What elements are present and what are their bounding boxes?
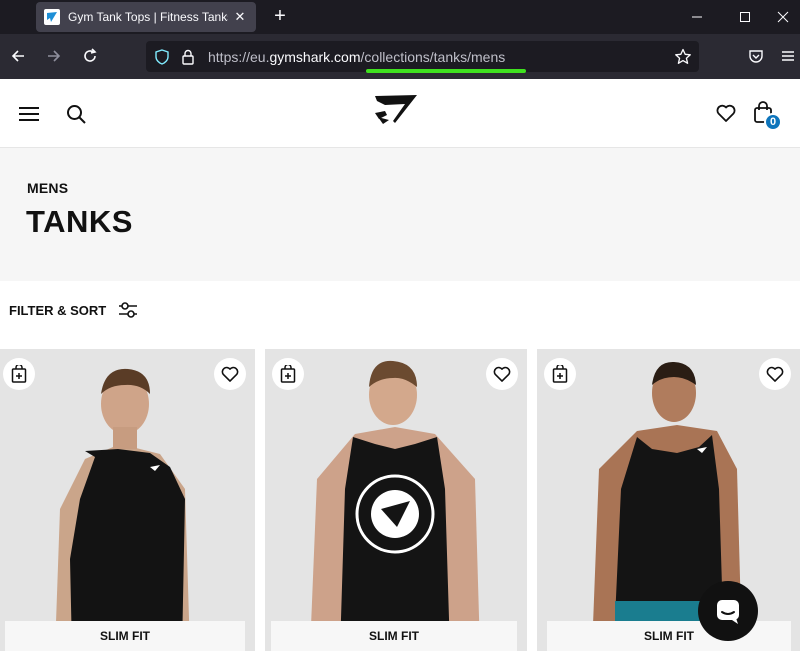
gymshark-logo-icon[interactable] <box>370 92 420 128</box>
back-arrow-icon[interactable] <box>6 44 30 68</box>
url-highlight-underline <box>366 69 526 73</box>
filter-sort-button[interactable]: FILTER & SORT <box>9 299 138 321</box>
wishlist-heart-icon[interactable] <box>714 101 738 125</box>
menu-icon[interactable] <box>776 44 800 68</box>
product-card[interactable]: SLIM FIT <box>0 349 255 651</box>
search-icon[interactable] <box>64 102 88 126</box>
new-tab-button[interactable]: + <box>270 6 290 26</box>
minimize-icon[interactable] <box>674 0 720 34</box>
product-card[interactable]: SLIM FIT <box>537 349 800 651</box>
wishlist-heart-icon[interactable] <box>214 358 246 390</box>
gymshark-favicon-icon <box>44 9 60 25</box>
wishlist-heart-icon[interactable] <box>486 358 518 390</box>
bookmark-star-icon[interactable] <box>674 48 692 66</box>
wishlist-heart-icon[interactable] <box>759 358 791 390</box>
close-window-icon[interactable] <box>766 0 800 34</box>
chat-launcher-button[interactable] <box>698 581 758 641</box>
browser-tab[interactable]: Gym Tank Tops | Fitness Tanks | G ✕ <box>36 2 256 32</box>
url-prefix: https://eu. <box>208 49 270 65</box>
product-image <box>265 349 527 651</box>
cart-count-badge: 0 <box>764 113 782 131</box>
url-path: /collections/tanks/mens <box>360 49 506 65</box>
product-image <box>537 349 800 651</box>
maximize-icon[interactable] <box>722 0 768 34</box>
fit-label: SLIM FIT <box>5 621 245 651</box>
page-title: TANKS <box>26 204 133 239</box>
fit-label: SLIM FIT <box>271 621 517 651</box>
pocket-icon[interactable] <box>744 44 768 68</box>
fit-label: SLIM FIT <box>547 621 791 651</box>
filter-sort-label: FILTER & SORT <box>9 302 107 318</box>
browser-nav-bar: https://eu.gymshark.com/collections/tank… <box>0 34 800 79</box>
address-bar[interactable]: https://eu.gymshark.com/collections/tank… <box>146 41 699 73</box>
lock-icon[interactable] <box>181 49 195 65</box>
quick-add-icon[interactable] <box>3 358 35 390</box>
url-domain: gymshark.com <box>269 49 361 65</box>
collection-eyebrow: MENS <box>27 180 69 196</box>
browser-tab-bar: Gym Tank Tops | Fitness Tanks | G ✕ + <box>0 0 800 34</box>
chat-icon <box>717 600 739 624</box>
shield-icon[interactable] <box>154 49 170 65</box>
quick-add-icon[interactable] <box>544 358 576 390</box>
reload-icon[interactable] <box>78 44 102 68</box>
collection-title-band: MENS TANKS <box>0 148 800 281</box>
sliders-icon <box>119 302 138 318</box>
product-card[interactable]: SLIM FIT <box>265 349 527 651</box>
tab-close-icon[interactable]: ✕ <box>232 9 248 25</box>
product-image <box>0 349 255 651</box>
url-text: https://eu.gymshark.com/collections/tank… <box>208 49 505 65</box>
site-header <box>0 79 800 148</box>
tab-title: Gym Tank Tops | Fitness Tanks | G <box>68 10 228 24</box>
quick-add-icon[interactable] <box>272 358 304 390</box>
forward-arrow-icon[interactable] <box>42 44 66 68</box>
hamburger-menu-icon[interactable] <box>17 103 41 125</box>
